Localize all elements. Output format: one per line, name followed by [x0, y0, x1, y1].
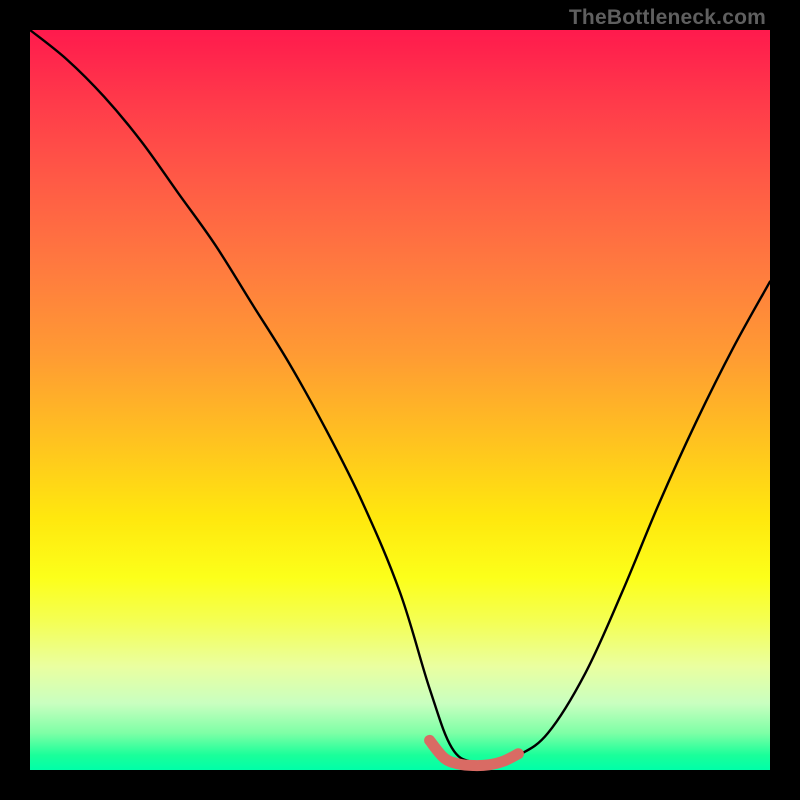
chart-frame: TheBottleneck.com: [0, 0, 800, 800]
optimal-band-highlight: [430, 740, 519, 765]
bottleneck-curve: [30, 30, 770, 764]
plot-area: [30, 30, 770, 770]
chart-svg: [30, 30, 770, 770]
watermark-text: TheBottleneck.com: [569, 6, 766, 30]
